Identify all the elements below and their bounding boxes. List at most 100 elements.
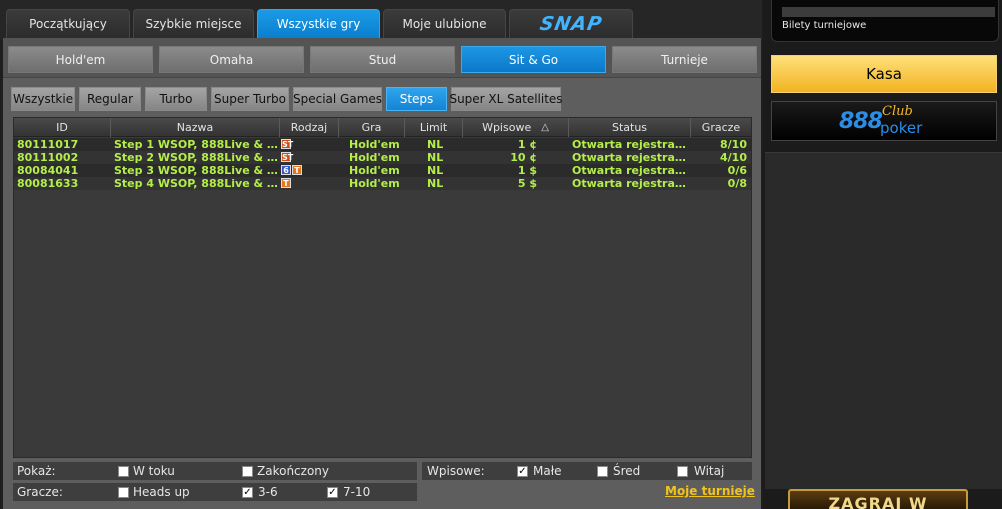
column-header-id[interactable]: ID [14, 118, 111, 137]
top-tabs-bar: Początkujący Szybkie miejsce Wszystkie g… [0, 0, 762, 40]
column-header-limit[interactable]: Limit [405, 118, 463, 137]
checkbox-buyin-medium[interactable] [597, 466, 608, 477]
table-cell-limit: NL [427, 164, 444, 177]
table-cell-id: 80084041 [17, 164, 79, 177]
checkbox-players-3-6-label: 3-6 [258, 485, 278, 499]
my-tournaments-link[interactable]: Moje turnieje [665, 484, 755, 498]
table-cell-buyin: 5 $ [517, 177, 537, 190]
table-cell-types: 6T [281, 164, 337, 177]
table-cell-limit: NL [427, 177, 444, 190]
table-cell-game: Hold'em [349, 151, 400, 164]
right-info-panel [765, 152, 1002, 489]
game-category-bar: Hold'em Omaha Stud Sit & Go Turnieje [3, 38, 761, 78]
club-logo-number: 888 [839, 109, 883, 134]
club-logo-poker: poker [880, 119, 923, 137]
checkbox-finished[interactable] [242, 466, 253, 477]
table-cell-types: T [281, 177, 337, 190]
casino-banner[interactable]: ZAGRAJ W KASYNIE [788, 489, 968, 509]
table-cell-buyin: 1 ¢ [517, 138, 537, 151]
table-cell-name: Step 3 WSOP, 888Live & M... [114, 164, 278, 177]
checkbox-players-7-10-label: 7-10 [343, 485, 371, 499]
table-row[interactable]: 80081633 Step 4 WSOP, 888Live & M... T Hold… [14, 177, 751, 190]
table-cell-id: 80111002 [17, 151, 79, 164]
sort-up-icon: △ [541, 122, 549, 133]
table-cell-name: Step 4 WSOP, 888Live & M... [114, 177, 278, 190]
column-header-status[interactable]: Status [569, 118, 691, 137]
turbo-type-icon: T [281, 178, 291, 188]
checkbox-heads-up[interactable] [118, 487, 129, 498]
show-filter-label: Pokaż: [17, 464, 56, 478]
right-sidebar: Bilety turniejowe Kasa 888 Club poker ZA… [763, 0, 1002, 509]
show-filter-bar: Pokaż: W toku Zakończony [13, 462, 417, 480]
filter-all[interactable]: Wszystkie [11, 87, 75, 111]
filter-super-turbo[interactable]: Super Turbo [211, 87, 289, 111]
cashier-button[interactable]: Kasa [771, 55, 997, 93]
column-header-name[interactable]: Nazwa [111, 118, 280, 137]
filter-super-xl-satellites[interactable]: Super XL Satellites [449, 87, 563, 111]
tournament-table: ID Nazwa Rodzaj Gra Limit Wpisowe △ Stat… [13, 117, 752, 458]
tickets-label: Bilety turniejowe [782, 20, 867, 31]
filter-turbo[interactable]: Turbo [145, 87, 207, 111]
casino-banner-text: ZAGRAJ W KASYNIE [828, 494, 928, 509]
table-cell-status: Otwarta rejestracja [572, 177, 690, 190]
club-logo-club: Club [882, 104, 913, 119]
tab-beginners[interactable]: Początkujący [6, 9, 130, 38]
table-cell-name: Step 1 WSOP, 888Live & M... [114, 138, 278, 151]
tab-favorites[interactable]: Moje ulubione [383, 9, 506, 38]
checkbox-in-progress[interactable] [118, 466, 129, 477]
checkbox-heads-up-label: Heads up [133, 485, 190, 499]
table-cell-players: 0/6 [727, 164, 747, 177]
table-header: ID Nazwa Rodzaj Gra Limit Wpisowe △ Stat… [14, 118, 751, 137]
lobby-main-panel: Hold'em Omaha Stud Sit & Go Turnieje Wsz… [3, 38, 761, 509]
category-sit-and-go[interactable]: Sit & Go [461, 46, 606, 73]
checkbox-buyin-medium-label: Śred [613, 464, 641, 478]
checkbox-buyin-welcome[interactable] [677, 466, 688, 477]
tournament-tickets-box[interactable]: Bilety turniejowe [771, 0, 999, 42]
column-header-players[interactable]: Gracze [691, 118, 751, 137]
table-cell-buyin: 10 ¢ [510, 151, 537, 164]
checkbox-players-3-6[interactable]: ✓ [242, 487, 253, 498]
table-cell-limit: NL [427, 151, 444, 164]
filter-steps[interactable]: Steps [386, 87, 447, 111]
table-row[interactable]: 80111002 Step 2 WSOP, 888Live & M... ST Hol… [14, 151, 751, 164]
category-stud[interactable]: Stud [310, 46, 455, 73]
checkbox-in-progress-label: W toku [133, 464, 175, 478]
checkbox-finished-label: Zakończony [257, 464, 329, 478]
table-cell-players: 8/10 [720, 138, 747, 151]
checkbox-buyin-welcome-label: Witaj [694, 464, 725, 478]
filter-special-games[interactable]: Special Games [293, 87, 382, 111]
tab-snap[interactable]: SNAP [509, 9, 633, 38]
category-holdem[interactable]: Hold'em [8, 46, 153, 73]
table-cell-status: Otwarta rejestracja [572, 138, 690, 151]
checkbox-players-7-10[interactable]: ✓ [327, 487, 338, 498]
filter-regular[interactable]: Regular [79, 87, 141, 111]
table-cell-buyin: 1 $ [517, 164, 537, 177]
table-row[interactable]: 80084041 Step 3 WSOP, 888Live & M... 6 T Hol… [14, 164, 751, 177]
turbo-type-icon: T [292, 165, 302, 175]
table-cell-id: 80081633 [17, 177, 79, 190]
tab-all-games[interactable]: Wszystkie gry [257, 9, 380, 38]
category-omaha[interactable]: Omaha [159, 46, 304, 73]
column-header-buyin-label: Wpisowe [482, 121, 532, 134]
checkbox-buyin-small[interactable]: ✓ [517, 466, 528, 477]
column-header-buyin[interactable]: Wpisowe △ [463, 118, 569, 137]
table-cell-game: Hold'em [349, 138, 400, 151]
table-cell-game: Hold'em [349, 177, 400, 190]
tab-quick-seat[interactable]: Szybkie miejsce [133, 9, 254, 38]
table-row[interactable]: 80111017 Step 1 WSOP, 888Live & M... ST Hol… [14, 138, 751, 151]
tickets-bar [782, 7, 995, 17]
table-cell-id: 80111017 [17, 138, 79, 151]
column-header-game[interactable]: Gra [339, 118, 405, 137]
category-tournaments[interactable]: Turnieje [612, 46, 757, 73]
column-header-type[interactable]: Rodzaj [280, 118, 339, 137]
table-cell-limit: NL [427, 138, 444, 151]
table-cell-players: 4/10 [720, 151, 747, 164]
buyin-filter-bar: Wpisowe: ✓ Małe Śred Witaj [422, 462, 752, 480]
table-cell-status: Otwarta rejestracja [572, 164, 690, 177]
table-cell-types: ST [281, 138, 337, 151]
table-cell-players: 0/8 [727, 177, 747, 190]
players-filter-label: Gracze: [17, 485, 63, 499]
players-filter-bar: Gracze: Heads up ✓ 3-6 ✓ 7-10 [13, 483, 417, 501]
buyin-filter-label: Wpisowe: [427, 464, 485, 478]
888-club-poker-logo[interactable]: 888 Club poker [771, 101, 997, 141]
